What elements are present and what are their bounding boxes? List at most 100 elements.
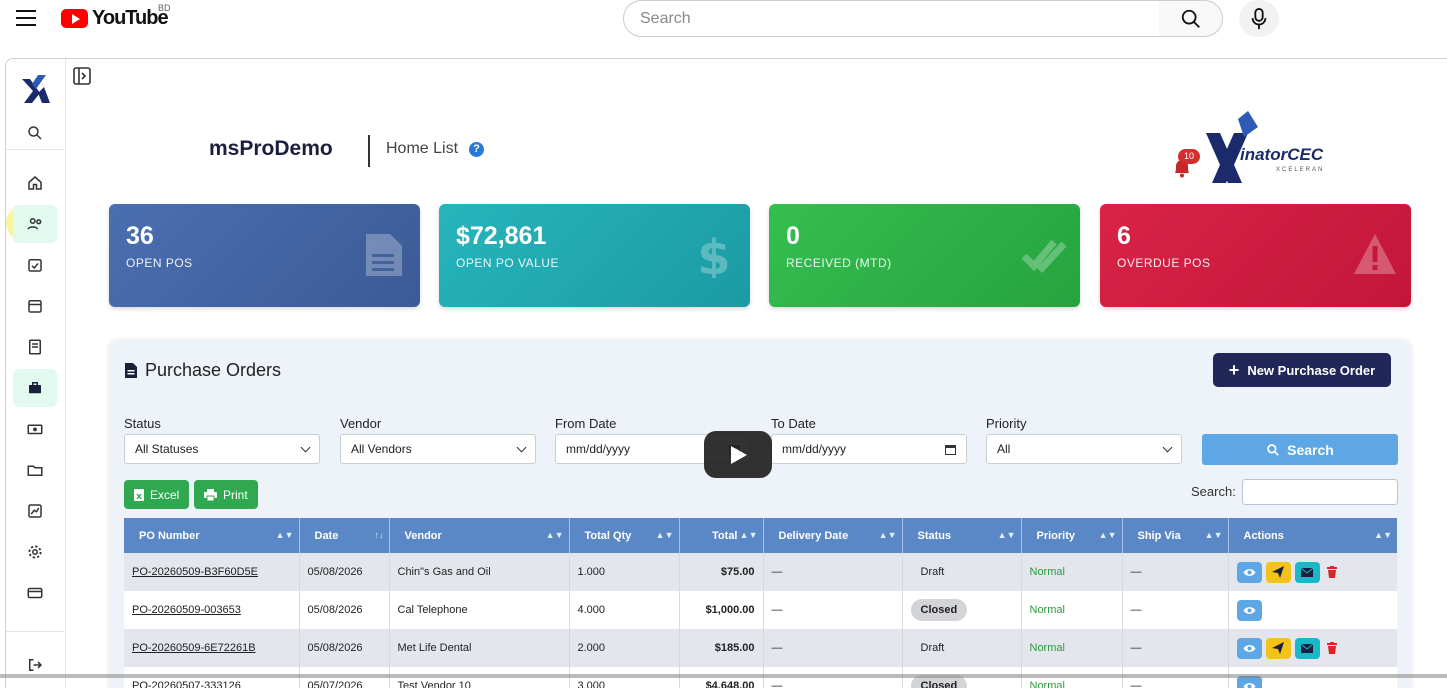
send-action-button[interactable] xyxy=(1265,637,1291,659)
table-search-label: Search: xyxy=(1191,484,1236,499)
file-invoice-icon xyxy=(125,363,137,378)
table-row[interactable]: PO-20260509-B3F60D5E 05/08/2026 Chin"s Gas… xyxy=(124,553,1397,591)
notification-badge: 10 xyxy=(1178,149,1200,164)
new-purchase-order-button[interactable]: + New Purchase Order xyxy=(1213,353,1391,387)
priority-text: Normal xyxy=(1029,604,1065,616)
sort-icon: ▲▼ xyxy=(739,530,758,540)
sidebar-payments[interactable] xyxy=(13,410,57,448)
sidebar-files[interactable] xyxy=(13,451,57,489)
youtube-search-button[interactable] xyxy=(1159,0,1223,37)
po-number-link[interactable]: PO-20260509-003653 xyxy=(132,604,241,616)
warning-icon xyxy=(1354,234,1396,274)
send-action-button[interactable] xyxy=(1265,561,1291,583)
cell-vendor: Met Life Dental xyxy=(389,629,570,667)
column-header-actions[interactable]: Actions ▲▼ xyxy=(1228,518,1397,553)
sidebar-logout[interactable] xyxy=(13,646,57,684)
po-number-link[interactable]: PO-20260507-333126 xyxy=(132,680,241,688)
gear-icon xyxy=(28,545,42,559)
cell-po-number[interactable]: PO-20260509-6E72261B xyxy=(124,629,300,667)
print-label: Print xyxy=(223,487,248,502)
mail-action-button[interactable] xyxy=(1294,637,1320,659)
sort-icon: ▲▼ xyxy=(1204,530,1223,540)
column-header-priority[interactable]: Priority ▲▼ xyxy=(1021,518,1123,553)
sidebar-home[interactable] xyxy=(13,164,57,202)
mail-action-button[interactable] xyxy=(1294,561,1320,583)
menu-icon[interactable] xyxy=(16,10,36,26)
eye-icon xyxy=(1243,682,1255,688)
stat-card-open-pos[interactable]: 36 OPEN POS xyxy=(109,204,420,307)
table-search-input[interactable] xyxy=(1242,479,1398,505)
paper-plane-icon xyxy=(1272,642,1284,654)
stat-card-received[interactable]: 0 RECEIVED (MTD) xyxy=(769,204,1080,307)
filter-search-label: Search xyxy=(1287,441,1334,458)
status-filter-select[interactable]: All Statuses xyxy=(124,434,320,464)
file-excel-icon: x xyxy=(134,488,144,501)
video-play-button[interactable] xyxy=(704,431,772,478)
printer-icon xyxy=(204,488,217,501)
delete-action-button[interactable] xyxy=(1324,638,1340,659)
table-row[interactable]: PO-20260509-6E72261B 05/08/2026 Met Life D… xyxy=(124,629,1397,667)
voice-search-button[interactable] xyxy=(1239,0,1279,37)
column-header-delivery-date[interactable]: Delivery Date ▲▼ xyxy=(763,518,903,553)
column-header-vendor[interactable]: Vendor ▲▼ xyxy=(389,518,570,553)
youtube-logo[interactable]: YouTube xyxy=(61,7,169,30)
priority-text: Normal xyxy=(1029,642,1065,654)
po-number-link[interactable]: PO-20260509-6E72261B xyxy=(132,642,256,654)
stat-card-overdue-pos[interactable]: 6 OVERDUE POS xyxy=(1100,204,1411,307)
sidebar-purchasing[interactable] xyxy=(13,369,57,407)
youtube-wordmark: YouTube xyxy=(92,7,169,29)
logout-icon xyxy=(29,659,43,671)
print-button[interactable]: Print xyxy=(194,480,258,509)
column-header-status[interactable]: Status ▲▼ xyxy=(902,518,1022,553)
sidebar-search[interactable] xyxy=(13,114,57,152)
priority-filter-select[interactable]: All xyxy=(986,434,1182,464)
cell-status: Draft xyxy=(902,629,1022,667)
sidebar-users[interactable] xyxy=(13,205,57,243)
sidebar-tasks[interactable] xyxy=(13,246,57,284)
sidebar-settings[interactable] xyxy=(13,533,57,571)
column-header-ship-via[interactable]: Ship Via ▲▼ xyxy=(1122,518,1229,553)
sidebar-ledger[interactable] xyxy=(13,328,57,366)
purchase-orders-table: PO Number ▲▼ Date ↑↓ Vendor ▲▼ Total Qty ▲▼ … xyxy=(124,518,1397,688)
cell-vendor: Chin"s Gas and Oil xyxy=(389,553,570,591)
column-label: Status xyxy=(917,529,952,542)
search-icon xyxy=(1181,9,1200,28)
video-progress-bar[interactable] xyxy=(0,674,1447,678)
stat-card-open-po-value[interactable]: $72,861 OPEN PO VALUE $ xyxy=(439,204,750,307)
column-header-total[interactable]: Total ▲▼ xyxy=(679,518,764,553)
view-action-button[interactable] xyxy=(1236,561,1262,583)
new-purchase-order-label: New Purchase Order xyxy=(1247,362,1376,378)
view-action-button[interactable] xyxy=(1236,599,1262,621)
folder-icon xyxy=(27,465,43,476)
chevron-down-icon xyxy=(516,442,527,452)
dollar-icon: $ xyxy=(697,232,730,278)
cell-total: $185.00 xyxy=(679,629,764,667)
po-number-link[interactable]: PO-20260509-B3F60D5E xyxy=(132,566,258,578)
sidebar-reports[interactable] xyxy=(13,492,57,530)
panel-title: Purchase Orders xyxy=(124,360,281,381)
table-row[interactable]: PO-20260509-003653 05/08/2026 Cal Telephon… xyxy=(124,591,1397,629)
vendor-filter-select[interactable]: All Vendors xyxy=(340,434,536,464)
sidebar-billing[interactable] xyxy=(13,574,57,612)
app-sidebar xyxy=(6,59,66,688)
view-action-button[interactable] xyxy=(1236,637,1262,659)
sidebar-toggle-icon[interactable] xyxy=(73,67,91,85)
sidebar-divider xyxy=(6,631,64,632)
youtube-search-input[interactable] xyxy=(623,0,1160,37)
column-header-total-qty[interactable]: Total Qty ▲▼ xyxy=(569,518,680,553)
delete-action-button[interactable] xyxy=(1324,562,1340,583)
cell-po-number[interactable]: PO-20260509-B3F60D5E xyxy=(124,553,300,591)
sidebar-calendar[interactable] xyxy=(13,287,57,325)
excel-export-button[interactable]: x Excel xyxy=(124,480,190,509)
column-header-po-number[interactable]: PO Number ▲▼ xyxy=(124,518,300,553)
video-frame[interactable]: msProDemo Home List ? 10 inatorCEC XCELE… xyxy=(5,58,1447,688)
column-header-date[interactable]: Date ↑↓ xyxy=(299,518,390,553)
to-date-input[interactable]: mm/dd/yyyy xyxy=(771,434,967,464)
cell-status: Draft xyxy=(902,553,1022,591)
app-logo-icon[interactable] xyxy=(20,73,52,107)
svg-text:$: $ xyxy=(697,232,730,278)
filter-search-button[interactable]: Search xyxy=(1202,434,1398,465)
help-icon[interactable]: ? xyxy=(469,142,484,157)
cell-po-number[interactable]: PO-20260509-003653 xyxy=(124,591,300,629)
cell-ship-via: — xyxy=(1122,591,1229,629)
